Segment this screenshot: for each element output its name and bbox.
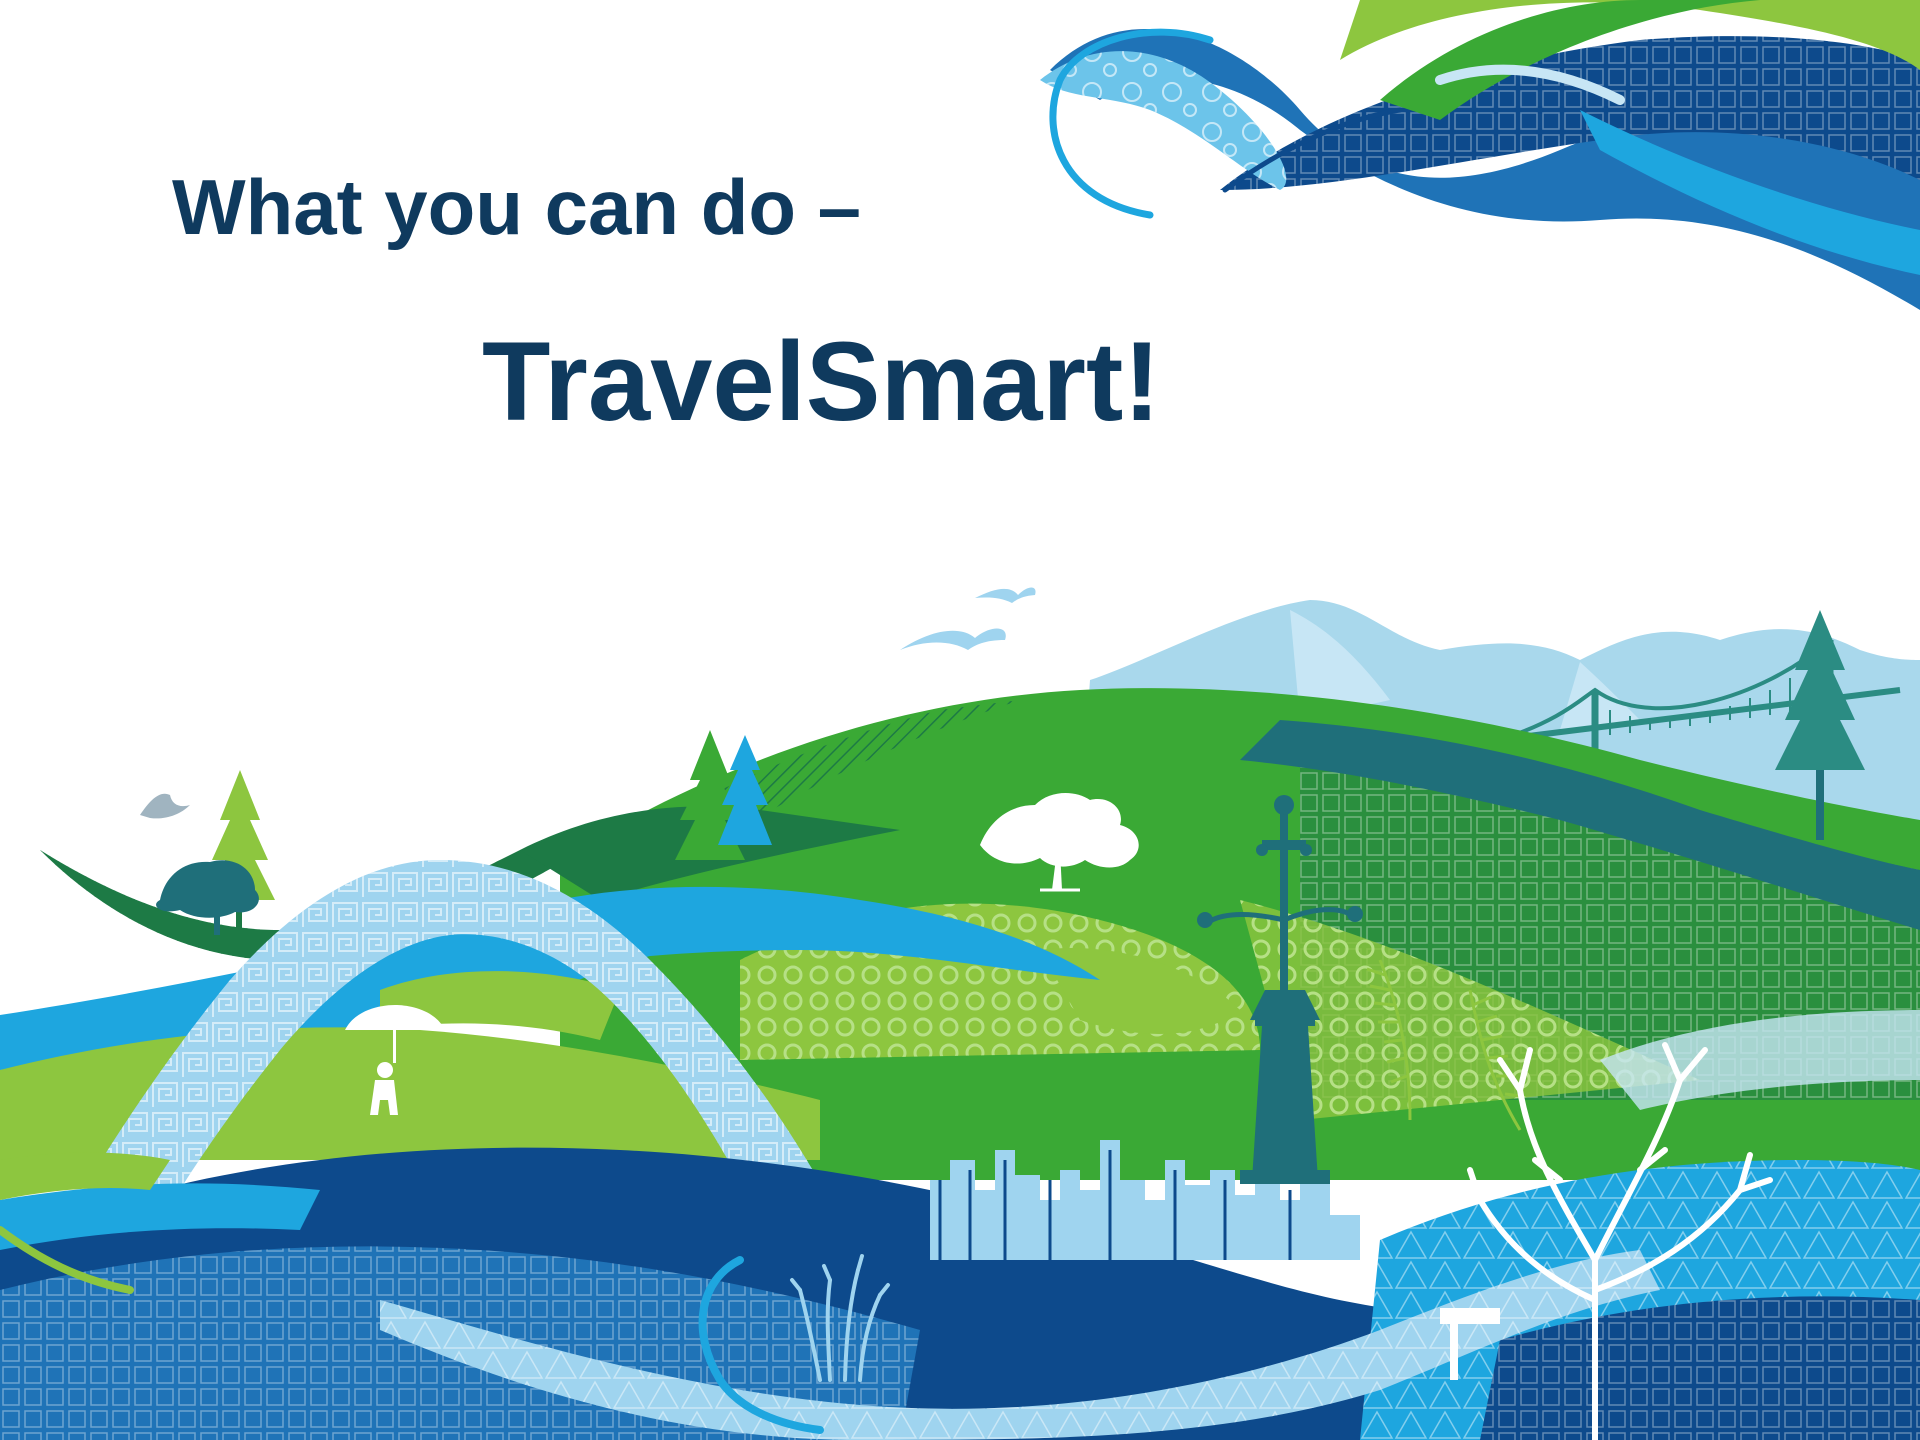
slide-heading: What you can do – [172,163,862,251]
top-right-swirl [1040,0,1920,310]
slide-title: TravelSmart! [482,319,1161,444]
slide: What you can do – TravelSmart! [0,0,1920,1440]
